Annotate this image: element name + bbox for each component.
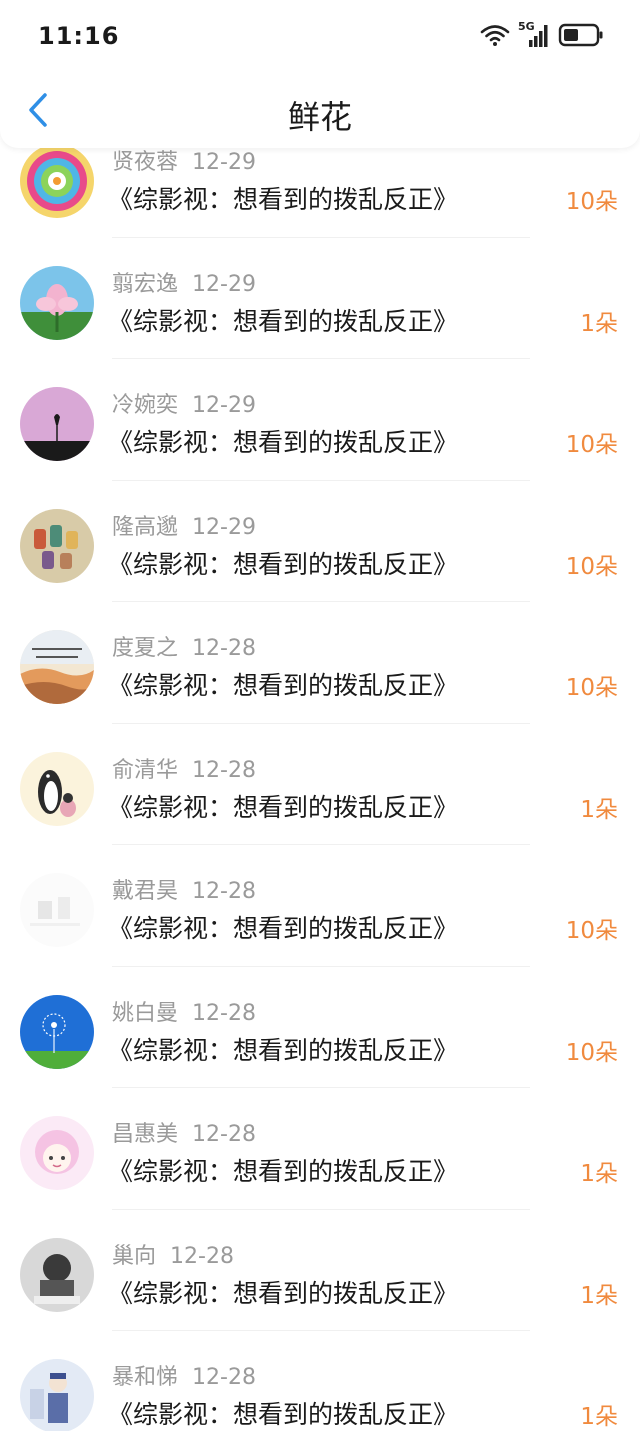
item-date: 12-28 bbox=[170, 1243, 234, 1269]
avatar[interactable] bbox=[20, 1116, 94, 1190]
avatar[interactable] bbox=[20, 508, 94, 583]
avatar[interactable] bbox=[20, 144, 94, 218]
flower-amount: 1朵 bbox=[580, 796, 618, 823]
avatar[interactable] bbox=[20, 873, 94, 947]
status-time: 11:16 bbox=[38, 22, 120, 50]
user-name: 冷婉奕 bbox=[112, 393, 179, 418]
item-date: 12-29 bbox=[192, 150, 256, 175]
item-date: 12-28 bbox=[192, 1122, 256, 1147]
book-title: 《综影视：想看到的拨乱反正》 bbox=[108, 306, 459, 336]
header: 11:16 5G 鲜花 bbox=[0, 0, 640, 148]
book-title: 《综影视：想看到的拨乱反正》 bbox=[108, 549, 459, 579]
avatar[interactable] bbox=[20, 994, 94, 1069]
flower-amount: 1朵 bbox=[580, 1161, 618, 1187]
book-title: 《综影视：想看到的拨乱反正》 bbox=[108, 1278, 459, 1308]
item-date: 12-29 bbox=[192, 514, 256, 540]
item-date: 12-28 bbox=[192, 636, 256, 661]
list-item[interactable]: 暴和悌 12-28 《综影视：想看到的拨乱反正》 1朵 bbox=[0, 1331, 640, 1431]
item-meta: 戴君昊 12-28 bbox=[112, 873, 256, 905]
list-item[interactable]: 冷婉奕 12-29 《综影视：想看到的拨乱反正》 10朵 bbox=[0, 359, 640, 481]
list-item[interactable]: 翦宏逸 12-29 《综影视：想看到的拨乱反正》 1朵 bbox=[0, 238, 640, 359]
avatar[interactable] bbox=[20, 1237, 94, 1312]
wifi-icon bbox=[480, 23, 510, 47]
book-title: 《综影视：想看到的拨乱反正》 bbox=[108, 185, 459, 214]
user-name: 昌惠美 bbox=[112, 1122, 179, 1147]
flower-amount: 1朵 bbox=[580, 310, 618, 337]
item-date: 12-28 bbox=[192, 757, 256, 783]
user-name: 巢向 bbox=[112, 1243, 157, 1269]
item-meta: 隆高邈 12-29 bbox=[112, 509, 256, 541]
user-name: 俞清华 bbox=[112, 757, 179, 783]
user-name: 翦宏逸 bbox=[112, 271, 179, 297]
avatar[interactable] bbox=[20, 387, 94, 461]
signal-icon: 5G bbox=[518, 20, 550, 48]
flower-amount: 10朵 bbox=[565, 432, 618, 458]
item-meta: 度夏之 12-28 bbox=[112, 630, 256, 662]
item-date: 12-28 bbox=[192, 879, 256, 904]
book-title: 《综影视：想看到的拨乱反正》 bbox=[108, 792, 459, 822]
avatar[interactable] bbox=[20, 751, 94, 826]
list-item[interactable]: 隆高邈 12-29 《综影视：想看到的拨乱反正》 10朵 bbox=[0, 481, 640, 602]
flower-amount: 10朵 bbox=[565, 675, 618, 701]
item-meta: 冷婉奕 12-29 bbox=[112, 387, 256, 419]
list-item[interactable]: 度夏之 12-28 《综影视：想看到的拨乱反正》 10朵 bbox=[0, 602, 640, 724]
item-meta: 昌惠美 12-28 bbox=[112, 1116, 256, 1148]
book-title: 《综影视：想看到的拨乱反正》 bbox=[108, 1400, 459, 1429]
list-item[interactable]: 戴君昊 12-28 《综影视：想看到的拨乱反正》 10朵 bbox=[0, 845, 640, 967]
flower-list: 贤夜蓉 12-29 《综影视：想看到的拨乱反正》 10朵 翦宏逸 12-29 《综影… bbox=[0, 116, 640, 1431]
item-meta: 俞清华 12-28 bbox=[112, 752, 256, 784]
title-bar: 鲜花 bbox=[0, 76, 640, 148]
book-title: 《综影视：想看到的拨乱反正》 bbox=[108, 671, 459, 700]
list-item[interactable]: 姚白曼 12-28 《综影视：想看到的拨乱反正》 10朵 bbox=[0, 967, 640, 1088]
user-name: 戴君昊 bbox=[112, 879, 179, 904]
book-title: 《综影视：想看到的拨乱反正》 bbox=[108, 1035, 459, 1065]
avatar[interactable] bbox=[20, 630, 94, 704]
flower-amount: 1朵 bbox=[580, 1404, 618, 1430]
user-name: 隆高邈 bbox=[112, 514, 179, 540]
flower-amount: 10朵 bbox=[565, 918, 618, 944]
flower-amount: 10朵 bbox=[565, 189, 618, 215]
avatar[interactable] bbox=[20, 1359, 94, 1431]
item-date: 12-28 bbox=[192, 1000, 256, 1026]
item-meta: 暴和悌 12-28 bbox=[112, 1359, 256, 1391]
item-date: 12-29 bbox=[192, 271, 256, 297]
user-name: 度夏之 bbox=[112, 636, 179, 661]
user-name: 姚白曼 bbox=[112, 1000, 179, 1026]
item-meta: 姚白曼 12-28 bbox=[112, 995, 256, 1027]
user-name: 贤夜蓉 bbox=[112, 150, 179, 175]
item-meta: 巢向 12-28 bbox=[112, 1238, 234, 1270]
avatar[interactable] bbox=[20, 265, 94, 340]
book-title: 《综影视：想看到的拨乱反正》 bbox=[108, 914, 459, 943]
list-item[interactable]: 昌惠美 12-28 《综影视：想看到的拨乱反正》 1朵 bbox=[0, 1088, 640, 1210]
flower-amount: 1朵 bbox=[580, 1282, 618, 1309]
item-meta: 翦宏逸 12-29 bbox=[112, 266, 256, 298]
list-item[interactable]: 俞清华 12-28 《综影视：想看到的拨乱反正》 1朵 bbox=[0, 724, 640, 845]
item-meta: 贤夜蓉 12-29 bbox=[112, 144, 256, 176]
user-name: 暴和悌 bbox=[112, 1365, 179, 1390]
status-icons: 5G bbox=[480, 20, 604, 48]
page-title: 鲜花 bbox=[287, 98, 352, 136]
item-date: 12-29 bbox=[192, 393, 256, 418]
flower-amount: 10朵 bbox=[565, 1039, 618, 1066]
battery-icon bbox=[558, 22, 604, 48]
book-title: 《综影视：想看到的拨乱反正》 bbox=[108, 1157, 459, 1186]
flower-amount: 10朵 bbox=[565, 553, 618, 580]
status-bar: 11:16 5G bbox=[0, 0, 640, 76]
list-item[interactable]: 巢向 12-28 《综影视：想看到的拨乱反正》 1朵 bbox=[0, 1210, 640, 1331]
book-title: 《综影视：想看到的拨乱反正》 bbox=[108, 428, 459, 457]
item-date: 12-28 bbox=[192, 1365, 256, 1390]
